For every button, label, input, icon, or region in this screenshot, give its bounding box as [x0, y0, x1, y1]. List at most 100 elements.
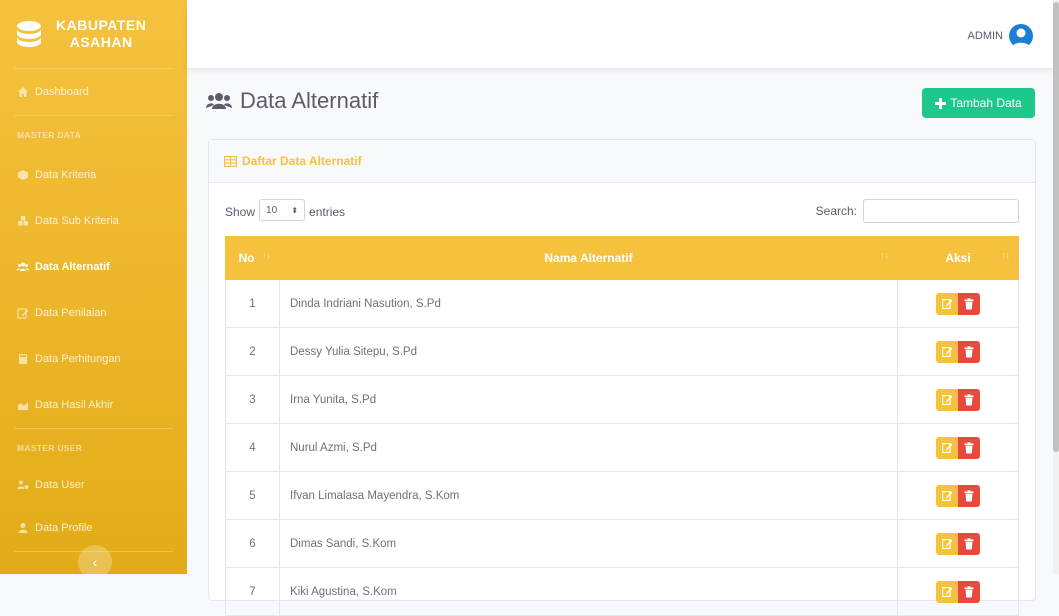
- edit-icon: [941, 299, 952, 309]
- scrollbar-thumb[interactable]: [1053, 2, 1059, 452]
- row-name: Dessy Yulia Sitepu, S.Pd: [279, 327, 898, 376]
- delete-button[interactable]: [958, 436, 980, 459]
- sidebar: KABUPATEN ASAHAN Dashboard MASTER DATA D…: [0, 0, 187, 579]
- sidebar-item-data-user[interactable]: Data User: [0, 465, 187, 505]
- brand[interactable]: KABUPATEN ASAHAN: [0, 0, 187, 68]
- row-name: Kiki Agustina, S.Kom: [279, 567, 898, 616]
- edit-button[interactable]: [936, 532, 958, 555]
- sidebar-item-label: Data Sub Kriteria: [35, 215, 119, 227]
- edit-icon: [941, 347, 952, 357]
- brand-line-1: KABUPATEN: [56, 17, 147, 33]
- users-cog-icon: [17, 480, 29, 489]
- table-controls: Show 10 ⬍ entries Search:: [225, 199, 1019, 223]
- column-header-label: Aksi: [945, 251, 971, 265]
- sort-icon: ↑↓: [880, 250, 889, 260]
- trash-icon: [964, 441, 974, 453]
- sidebar-item-dashboard[interactable]: Dashboard: [0, 69, 187, 115]
- delete-button[interactable]: [958, 388, 980, 411]
- trash-icon: [964, 297, 974, 309]
- table-row: 7 Kiki Agustina, S.Kom: [225, 567, 1019, 616]
- home-icon: [18, 87, 28, 97]
- edit-icon: [941, 443, 952, 453]
- sidebar-item-data-hasil-akhir[interactable]: Data Hasil Akhir: [0, 382, 187, 428]
- brand-line-2: ASAHAN: [69, 34, 133, 50]
- delete-button[interactable]: [958, 484, 980, 507]
- page-title-text: Data Alternatif: [240, 88, 379, 113]
- cube-icon: [18, 170, 28, 180]
- table-header-row: No ↑↓ Nama Alternatif ↑↓ Aksi ↑↓: [225, 236, 1019, 280]
- sort-icon: ↑↓: [262, 250, 271, 260]
- trash-icon: [964, 489, 974, 501]
- row-name: Ifvan Limalasa Mayendra, S.Kom: [279, 471, 898, 520]
- sidebar-item-data-alternatif[interactable]: Data Alternatif: [0, 244, 187, 290]
- delete-button[interactable]: [958, 532, 980, 555]
- row-actions: [897, 567, 1019, 616]
- brand-name: KABUPATEN ASAHAN: [56, 17, 146, 51]
- sidebar-item-data-perhitungan[interactable]: Data Perhitungan: [0, 336, 187, 382]
- column-header-label: Nama Alternatif: [544, 251, 633, 265]
- edit-button[interactable]: [936, 436, 958, 459]
- entries-select[interactable]: 10 ⬍: [259, 199, 306, 221]
- chart-area-icon: [18, 402, 28, 410]
- row-actions: [897, 471, 1019, 520]
- edit-button[interactable]: [936, 388, 958, 411]
- user-avatar-icon: [1012, 28, 1030, 48]
- card-header: Daftar Data Alternatif: [209, 140, 1035, 183]
- row-name: Nurul Azmi, S.Pd: [279, 423, 898, 472]
- edit-button[interactable]: [936, 292, 958, 315]
- search-control: Search:: [816, 199, 1019, 223]
- row-actions: [897, 519, 1019, 568]
- row-number: 5: [225, 471, 280, 520]
- users-icon: [17, 262, 29, 271]
- row-name: Irna Yunita, S.Pd: [279, 375, 898, 424]
- sidebar-item-label: Data Kriteria: [35, 169, 97, 181]
- row-actions: [897, 423, 1019, 472]
- column-header-no[interactable]: No ↑↓: [225, 236, 280, 280]
- sort-icon: ↑↓: [1001, 250, 1010, 260]
- users-icon: [206, 93, 232, 109]
- plus-icon: [935, 97, 947, 109]
- entries-value: 10: [266, 204, 278, 216]
- sidebar-heading-master-data: MASTER DATA: [17, 130, 81, 140]
- chevron-left-icon: ‹: [92, 554, 98, 570]
- topbar: ADMIN: [187, 0, 1059, 68]
- sidebar-item-data-kriteria[interactable]: Data Kriteria: [0, 152, 187, 198]
- sidebar-item-label: Data Profile: [35, 522, 93, 534]
- add-data-button[interactable]: Tambah Data: [922, 88, 1035, 118]
- sidebar-item-data-sub-kriteria[interactable]: Data Sub Kriteria: [0, 198, 187, 244]
- database-icon: [17, 21, 41, 47]
- table-row: 6 Dimas Sandi, S.Kom: [225, 519, 1019, 568]
- row-number: 1: [225, 279, 280, 328]
- trash-icon: [964, 585, 974, 597]
- cubes-icon: [18, 216, 28, 226]
- user-menu[interactable]: ADMIN: [968, 24, 1033, 48]
- trash-icon: [964, 393, 974, 405]
- card-title: Daftar Data Alternatif: [242, 154, 362, 168]
- sidebar-item-label: Data Penilaian: [35, 307, 107, 319]
- delete-button[interactable]: [958, 340, 980, 363]
- add-data-label: Tambah Data: [950, 96, 1022, 110]
- delete-button[interactable]: [958, 292, 980, 315]
- row-actions: [897, 279, 1019, 328]
- trash-icon: [964, 537, 974, 549]
- sidebar-item-data-penilaian[interactable]: Data Penilaian: [0, 290, 187, 336]
- edit-button[interactable]: [936, 340, 958, 363]
- edit-icon: [17, 308, 29, 319]
- column-header-nama[interactable]: Nama Alternatif ↑↓: [279, 236, 898, 280]
- alternatif-table: No ↑↓ Nama Alternatif ↑↓ Aksi ↑↓ 1 Dinda …: [225, 236, 1019, 616]
- edit-button[interactable]: [936, 484, 958, 507]
- sidebar-item-label: Dashboard: [35, 86, 89, 98]
- row-actions: [897, 327, 1019, 376]
- search-input[interactable]: [863, 199, 1019, 223]
- page-scrollbar[interactable]: [1053, 0, 1059, 574]
- sidebar-item-label: Data User: [35, 479, 85, 491]
- delete-button[interactable]: [958, 580, 980, 603]
- table-row: 3 Irna Yunita, S.Pd: [225, 375, 1019, 424]
- column-header-label: No: [238, 251, 255, 265]
- row-number: 7: [225, 567, 280, 616]
- edit-icon: [941, 395, 952, 405]
- column-header-aksi[interactable]: Aksi ↑↓: [897, 236, 1019, 280]
- data-card: Daftar Data Alternatif Show 10 ⬍ entries…: [208, 139, 1036, 616]
- edit-button[interactable]: [936, 580, 958, 603]
- user-icon: [18, 523, 28, 533]
